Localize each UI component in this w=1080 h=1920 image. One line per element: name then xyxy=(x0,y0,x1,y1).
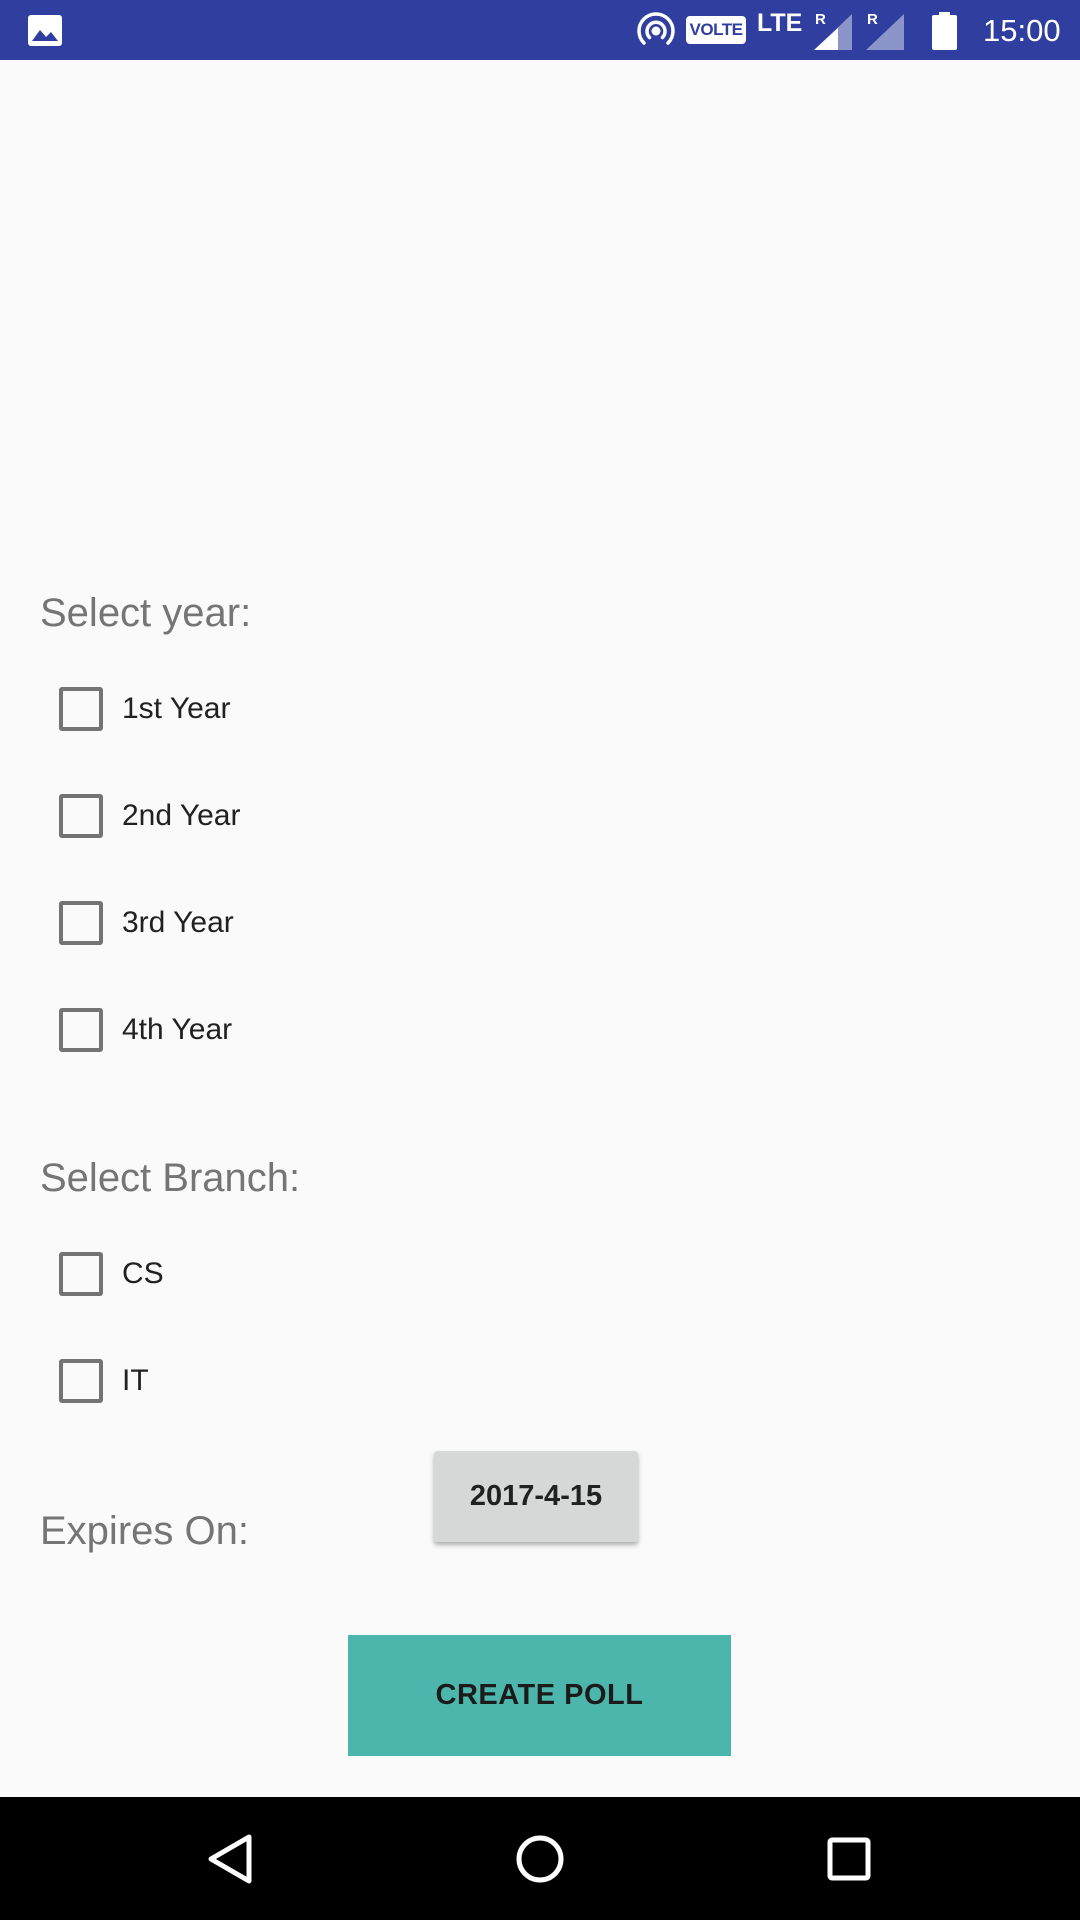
home-icon[interactable] xyxy=(510,1829,570,1889)
checkbox-box[interactable] xyxy=(59,687,103,731)
checkbox-label: CS xyxy=(122,1257,164,1290)
checkbox-cs[interactable]: CS xyxy=(40,1234,440,1314)
battery-icon xyxy=(932,12,957,50)
select-year-label: Select year: xyxy=(40,591,252,635)
expiry-date-button[interactable]: 2017-4-15 xyxy=(434,1451,638,1542)
checkbox-box[interactable] xyxy=(59,1008,103,1052)
hotspot-icon xyxy=(637,12,675,45)
checkbox-box[interactable] xyxy=(59,1252,103,1296)
checkbox-label: 2nd Year xyxy=(122,799,241,832)
checkbox-label: 4th Year xyxy=(122,1013,233,1046)
back-icon[interactable] xyxy=(201,1829,261,1889)
checkbox-box[interactable] xyxy=(59,901,103,945)
checkbox-1st-year[interactable]: 1st Year xyxy=(40,669,440,749)
clock: 15:00 xyxy=(983,13,1061,48)
screen: VOLTE LTE R R 15:00 Select year: 1st Yea… xyxy=(0,0,1080,1920)
checkbox-box[interactable] xyxy=(59,1359,103,1403)
select-branch-label: Select Branch: xyxy=(40,1156,301,1200)
checkbox-box[interactable] xyxy=(59,794,103,838)
checkbox-3rd-year[interactable]: 3rd Year xyxy=(40,883,440,963)
create-poll-button[interactable]: CREATE POLL xyxy=(348,1635,731,1756)
checkbox-it[interactable]: IT xyxy=(40,1341,440,1421)
signal-icon xyxy=(814,14,852,50)
checkbox-label: 3rd Year xyxy=(122,906,234,939)
checkbox-label: 1st Year xyxy=(122,692,231,725)
recents-icon[interactable] xyxy=(819,1829,879,1889)
checkbox-label: IT xyxy=(122,1364,149,1397)
network-type: LTE xyxy=(757,9,803,37)
gallery-icon xyxy=(28,15,62,46)
expires-on-label: Expires On: xyxy=(40,1509,249,1553)
volte-badge: VOLTE xyxy=(686,16,746,44)
navigation-bar xyxy=(0,1797,1080,1920)
signal-icon xyxy=(866,14,904,50)
checkbox-4th-year[interactable]: 4th Year xyxy=(40,990,440,1070)
status-bar: VOLTE LTE R R 15:00 xyxy=(0,0,1080,60)
checkbox-2nd-year[interactable]: 2nd Year xyxy=(40,776,440,856)
